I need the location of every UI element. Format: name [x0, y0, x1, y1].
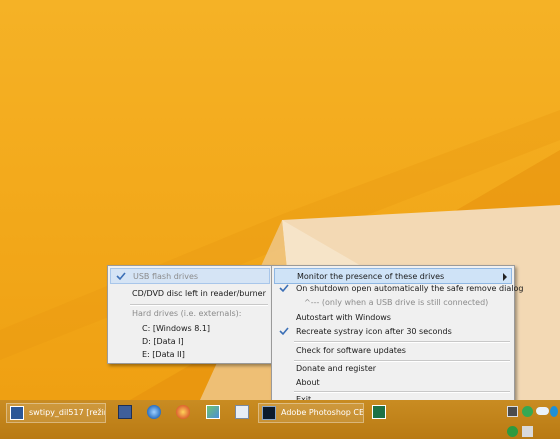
- menu-item-label: Check for software updates: [296, 346, 406, 355]
- submenu-item-label: Hard drives (i.e. externals):: [132, 309, 242, 318]
- menu-item-label: ^--- (only when a USB drive is still con…: [304, 298, 489, 307]
- submenu-item-cd-dvd[interactable]: CD/DVD disc left in reader/burner: [110, 286, 270, 302]
- submenu-item-label: E: [Data II]: [142, 350, 185, 359]
- taskbar-button-label: Adobe Photoshop CE: [281, 408, 364, 417]
- word-icon: [10, 406, 24, 420]
- usb-drive-icon[interactable]: [507, 406, 518, 417]
- excel-icon[interactable]: [372, 405, 386, 419]
- network-globe-icon[interactable]: [147, 405, 161, 419]
- floppy-disk-icon[interactable]: [118, 405, 132, 419]
- submenu-item-usb-flash-drives[interactable]: USB flash drives: [110, 268, 270, 284]
- tray-context-menu: Monitor the presence of these drives On …: [271, 265, 523, 409]
- taskbar-button-word[interactable]: swtipy_dil517 [režim ...: [6, 403, 106, 423]
- menu-item-label: About: [296, 378, 320, 387]
- checkmark-icon[interactable]: [522, 406, 533, 417]
- submenu-item-hard-drives-heading: Hard drives (i.e. externals):: [110, 306, 270, 322]
- photoshop-icon: [262, 406, 276, 420]
- document-icon[interactable]: [235, 405, 249, 419]
- submenu-item-label: CD/DVD disc left in reader/burner: [132, 289, 266, 298]
- submenu-item-drive-e[interactable]: E: [Data II]: [110, 347, 270, 363]
- flowers-icon[interactable]: [176, 405, 190, 419]
- taskbar-button-photoshop[interactable]: Adobe Photoshop CE: [258, 403, 364, 423]
- submenu-item-label: USB flash drives: [133, 272, 199, 281]
- network-icon[interactable]: [522, 426, 533, 437]
- green-check-icon[interactable]: [507, 426, 518, 437]
- checkmark-icon: [279, 284, 289, 293]
- taskbar: swtipy_dil517 [režim ... Adobe Photoshop…: [0, 400, 560, 439]
- skype-icon[interactable]: [550, 406, 558, 417]
- checkmark-icon: [279, 327, 289, 336]
- menu-item-check-updates[interactable]: Check for software updates: [274, 343, 512, 359]
- image-viewer-icon[interactable]: [206, 405, 220, 419]
- checkmark-icon: [116, 272, 126, 281]
- menu-item-about[interactable]: About: [274, 375, 512, 391]
- cloud-icon[interactable]: [536, 407, 549, 415]
- menu-item-recreate-systray[interactable]: Recreate systray icon after 30 seconds: [274, 324, 512, 340]
- menu-item-usb-note: ^--- (only when a USB drive is still con…: [274, 295, 512, 311]
- submenu-arrow-icon: [503, 273, 507, 281]
- taskbar-button-label: swtipy_dil517 [režim ...: [29, 408, 105, 417]
- menu-item-label: Recreate systray icon after 30 seconds: [296, 327, 452, 336]
- drives-submenu: USB flash drives CD/DVD disc left in rea…: [107, 265, 273, 364]
